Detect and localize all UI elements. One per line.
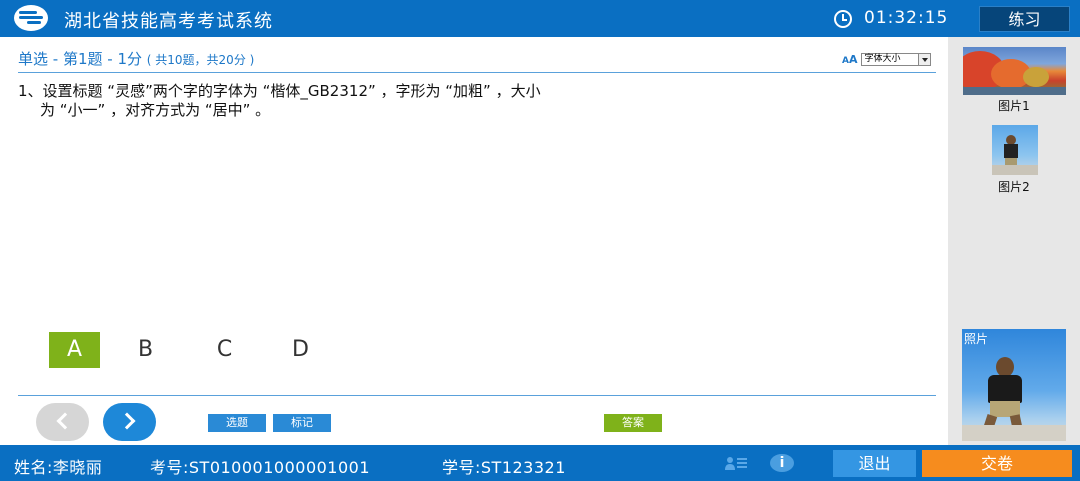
option-a[interactable]: A <box>49 332 100 368</box>
previous-question-button[interactable] <box>36 403 89 441</box>
dropdown-arrow-icon <box>918 54 931 65</box>
submit-exam-button[interactable]: 交卷 <box>922 450 1072 477</box>
attachments-sidebar: 图片1 图片2 照片 <box>948 37 1080 445</box>
practice-mode-button[interactable]: 练习 <box>979 6 1070 32</box>
chevron-right-icon <box>118 412 136 430</box>
candidate-name: 姓名:李晓丽 <box>14 458 103 477</box>
question-panel: 单选 - 第1题 - 1分 ( 共10题，共20分 ) AA 字体大小 1、设置… <box>0 37 948 445</box>
question-text: 1、设置标题 “灵感”两个字的字体为 “楷体_GB2312” ，字形为 “加粗”… <box>18 82 808 120</box>
image-label-2: 图片2 <box>998 180 1030 194</box>
image-thumbnail-2[interactable] <box>992 125 1038 175</box>
font-size-select-value: 字体大小 <box>864 54 901 64</box>
logo-icon <box>14 5 48 31</box>
mark-button[interactable]: 标记 <box>273 414 331 432</box>
chevron-left-icon <box>56 412 74 430</box>
divider <box>18 395 936 396</box>
exit-button[interactable]: 退出 <box>833 450 916 477</box>
clock-icon <box>834 10 852 28</box>
option-d[interactable]: D <box>275 332 326 368</box>
select-question-button[interactable]: 选题 <box>208 414 266 432</box>
top-bar: 湖北省技能高考考试系统 01:32:15 练习 <box>0 0 1080 37</box>
font-size-icon: AA <box>842 53 858 66</box>
answer-button[interactable]: 答案 <box>604 414 662 432</box>
font-size-control: AA 字体大小 <box>842 53 932 66</box>
image-thumbnail-1[interactable] <box>963 47 1066 95</box>
people-list-icon[interactable] <box>724 455 748 471</box>
footer-bar: 姓名:李晓丽 考号:ST010001000001001 学号:ST123321 … <box>0 445 1080 481</box>
exam-app: 湖北省技能高考考试系统 01:32:15 练习 单选 - 第1题 - 1分 ( … <box>0 0 1080 481</box>
image-label-1: 图片1 <box>998 99 1030 113</box>
option-c[interactable]: C <box>199 332 250 368</box>
app-title: 湖北省技能高考考试系统 <box>64 11 273 32</box>
question-header: 单选 - 第1题 - 1分 ( 共10题，共20分 ) <box>18 48 254 69</box>
info-icon[interactable]: i <box>770 454 794 472</box>
question-type-label: 单选 - 第1题 - 1分 <box>18 50 142 68</box>
question-summary: ( 共10题，共20分 ) <box>146 53 255 67</box>
countdown-timer: 01:32:15 <box>864 8 949 28</box>
font-size-select[interactable]: 字体大小 <box>861 53 932 66</box>
divider <box>18 72 936 73</box>
next-question-button[interactable] <box>103 403 156 441</box>
candidate-photo: 照片 <box>962 329 1066 441</box>
student-number: 学号:ST123321 <box>442 458 566 477</box>
question-text-line2: 为 “小一” ，对齐方式为 “居中” 。 <box>40 101 271 119</box>
exam-number: 考号:ST010001000001001 <box>150 458 371 477</box>
question-text-line1: 1、设置标题 “灵感”两个字的字体为 “楷体_GB2312” ，字形为 “加粗”… <box>18 82 541 100</box>
photo-label: 照片 <box>964 332 989 346</box>
option-b[interactable]: B <box>120 332 171 368</box>
